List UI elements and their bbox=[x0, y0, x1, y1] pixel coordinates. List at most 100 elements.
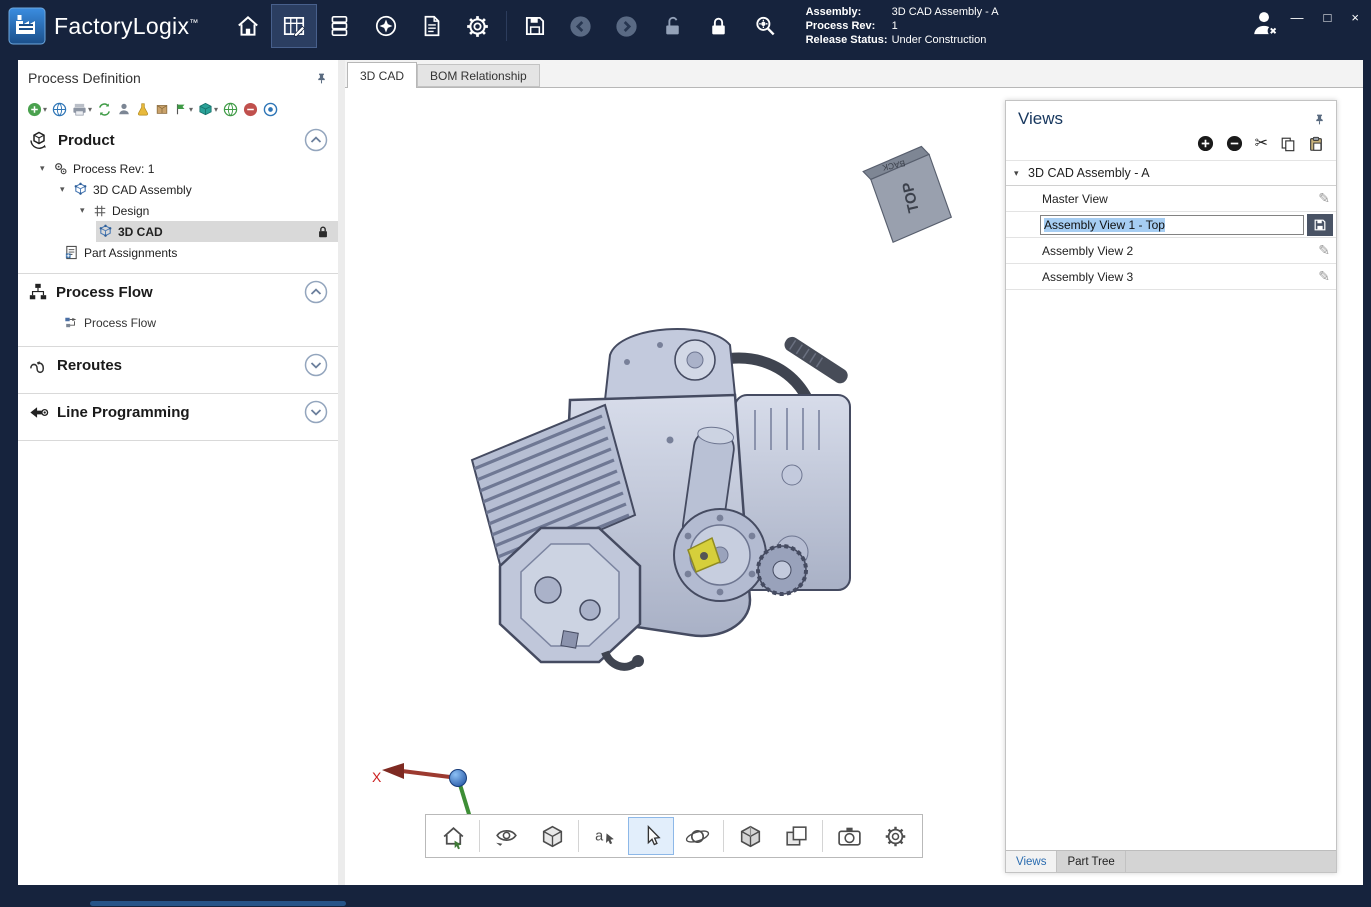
section-process-flow-label: Process Flow bbox=[56, 284, 296, 301]
paste-view-button[interactable] bbox=[1308, 136, 1324, 152]
tree-item-process-rev[interactable]: ▾ Process Rev: 1 bbox=[18, 158, 338, 179]
save-button[interactable] bbox=[512, 4, 558, 48]
assembly-info: Assembly:3D CAD Assembly - A Process Rev… bbox=[806, 5, 999, 47]
add-item-button[interactable]: ▾ bbox=[26, 99, 48, 119]
document-tabstrip: 3D CAD BOM Relationship bbox=[345, 60, 1363, 88]
undo-button[interactable] bbox=[558, 4, 604, 48]
remove-view-button[interactable] bbox=[1226, 135, 1243, 152]
sync-button[interactable] bbox=[96, 99, 113, 119]
section-layers-button[interactable] bbox=[773, 817, 819, 855]
export-cube-button[interactable]: ▾ bbox=[197, 99, 219, 119]
edit-pencil-icon[interactable]: ✎ bbox=[1318, 242, 1330, 259]
look-at-button[interactable] bbox=[483, 817, 529, 855]
view-row-assembly-2[interactable]: Assembly View 2 ✎ bbox=[1006, 238, 1336, 264]
section-reroutes[interactable]: Reroutes bbox=[18, 347, 338, 383]
section-process-flow[interactable]: Process Flow bbox=[18, 274, 338, 310]
collapse-up-icon[interactable] bbox=[304, 128, 328, 152]
expander-icon[interactable]: ▾ bbox=[80, 205, 93, 216]
label-select-button[interactable]: a bbox=[582, 817, 628, 855]
tree-item-label: Process Rev: 1 bbox=[73, 162, 154, 176]
user-icon-button[interactable] bbox=[116, 99, 132, 119]
unlock-button[interactable] bbox=[650, 4, 696, 48]
assembly-value: 3D CAD Assembly - A bbox=[892, 5, 999, 19]
model-box-button[interactable] bbox=[727, 817, 773, 855]
view-label: Assembly View 3 bbox=[1042, 270, 1318, 284]
snapshot-camera-button[interactable] bbox=[826, 817, 872, 855]
edit-pencil-icon[interactable]: ✎ bbox=[1318, 268, 1330, 285]
globe-button[interactable] bbox=[222, 99, 239, 119]
record-button[interactable] bbox=[262, 99, 279, 119]
collapse-up-icon[interactable] bbox=[304, 280, 328, 304]
expand-down-icon[interactable] bbox=[304, 353, 328, 377]
print-button[interactable]: ▾ bbox=[71, 99, 93, 119]
section-product[interactable]: Product bbox=[18, 122, 338, 158]
section-line-programming[interactable]: Line Programming bbox=[18, 394, 338, 430]
viewport-toolbar: a bbox=[425, 814, 923, 858]
tree-item-label: 3D CAD bbox=[118, 225, 316, 239]
remove-button[interactable] bbox=[242, 99, 259, 119]
axis-x-label: X bbox=[372, 769, 382, 785]
views-panel-tabs: Views Part Tree bbox=[1006, 850, 1336, 872]
navigator-button[interactable] bbox=[363, 4, 409, 48]
expand-down-icon[interactable] bbox=[304, 400, 328, 424]
tab-part-tree[interactable]: Part Tree bbox=[1057, 851, 1125, 872]
process-flow-item[interactable]: Process Flow bbox=[18, 310, 338, 336]
maximize-button[interactable]: □ bbox=[1324, 10, 1332, 25]
panel-splitter[interactable] bbox=[338, 60, 345, 885]
dropdown-caret-icon: ▾ bbox=[214, 105, 218, 114]
reports-button[interactable] bbox=[409, 4, 455, 48]
save-view-name-button[interactable] bbox=[1307, 214, 1333, 236]
home-button[interactable] bbox=[225, 4, 271, 48]
edit-pencil-icon[interactable]: ✎ bbox=[1318, 190, 1330, 207]
process-definition-button[interactable] bbox=[271, 4, 317, 48]
orbit-button[interactable] bbox=[674, 817, 720, 855]
sample-flask-button[interactable] bbox=[135, 99, 151, 119]
product-icon bbox=[28, 129, 50, 151]
tree-item-design[interactable]: ▾ Design bbox=[18, 200, 338, 221]
user-logout-button[interactable] bbox=[1247, 6, 1281, 40]
flag-button[interactable]: ▾ bbox=[173, 99, 194, 119]
orientation-cube[interactable]: BACK TOP bbox=[850, 140, 954, 250]
pin-icon[interactable] bbox=[1313, 113, 1326, 126]
expander-icon[interactable]: ▾ bbox=[40, 163, 53, 174]
views-tree: ▾ 3D CAD Assembly - A Master View ✎ Asse… bbox=[1006, 160, 1336, 850]
tab-views[interactable]: Views bbox=[1006, 851, 1057, 872]
section-product-label: Product bbox=[58, 132, 296, 149]
copy-view-button[interactable] bbox=[1280, 136, 1296, 152]
tree-item-part-assignments[interactable]: Part Assignments bbox=[18, 242, 338, 263]
expander-icon[interactable]: ▾ bbox=[1014, 168, 1028, 179]
tab-bom-relationship[interactable]: BOM Relationship bbox=[417, 64, 540, 87]
views-root-node[interactable]: ▾ 3D CAD Assembly - A bbox=[1006, 160, 1336, 186]
home-view-button[interactable] bbox=[430, 817, 476, 855]
production-button[interactable] bbox=[317, 4, 363, 48]
tab-3d-cad[interactable]: 3D CAD bbox=[347, 62, 417, 88]
lock-button[interactable] bbox=[696, 4, 742, 48]
view-row-master[interactable]: Master View ✎ bbox=[1006, 186, 1336, 212]
viewport-settings-button[interactable] bbox=[872, 817, 918, 855]
3d-viewport[interactable]: BACK TOP X bbox=[345, 88, 1363, 885]
cut-view-button[interactable]: ✂ bbox=[1255, 136, 1268, 152]
redo-button[interactable] bbox=[604, 4, 650, 48]
toolbar-separator bbox=[822, 820, 823, 852]
expander-icon[interactable]: ▾ bbox=[60, 184, 73, 195]
dropdown-caret-icon: ▾ bbox=[88, 105, 92, 114]
minimize-button[interactable]: — bbox=[1291, 10, 1304, 25]
add-view-button[interactable] bbox=[1197, 135, 1214, 152]
close-button[interactable]: × bbox=[1351, 10, 1359, 25]
tab-label: Views bbox=[1016, 856, 1046, 868]
settings-button[interactable] bbox=[455, 4, 501, 48]
audit-search-button[interactable] bbox=[742, 4, 788, 48]
view-label: Assembly View 2 bbox=[1042, 244, 1318, 258]
reroutes-icon bbox=[28, 355, 49, 376]
view-cube-button[interactable] bbox=[529, 817, 575, 855]
view-row-assembly-3[interactable]: Assembly View 3 ✎ bbox=[1006, 264, 1336, 290]
tree-item-3d-cad-selected[interactable]: 3D CAD bbox=[18, 221, 338, 242]
web-button[interactable] bbox=[51, 99, 68, 119]
pin-icon[interactable] bbox=[315, 72, 328, 85]
tree-item-3d-cad-assembly[interactable]: ▾ 3D CAD Assembly bbox=[18, 179, 338, 200]
package-button[interactable] bbox=[154, 99, 170, 119]
view-row-assembly-1-editing[interactable]: Assembly View 1 - Top bbox=[1006, 212, 1336, 238]
view-name-input[interactable]: Assembly View 1 - Top bbox=[1040, 215, 1304, 235]
main-toolbar bbox=[225, 4, 788, 48]
select-pointer-button[interactable] bbox=[628, 817, 674, 855]
